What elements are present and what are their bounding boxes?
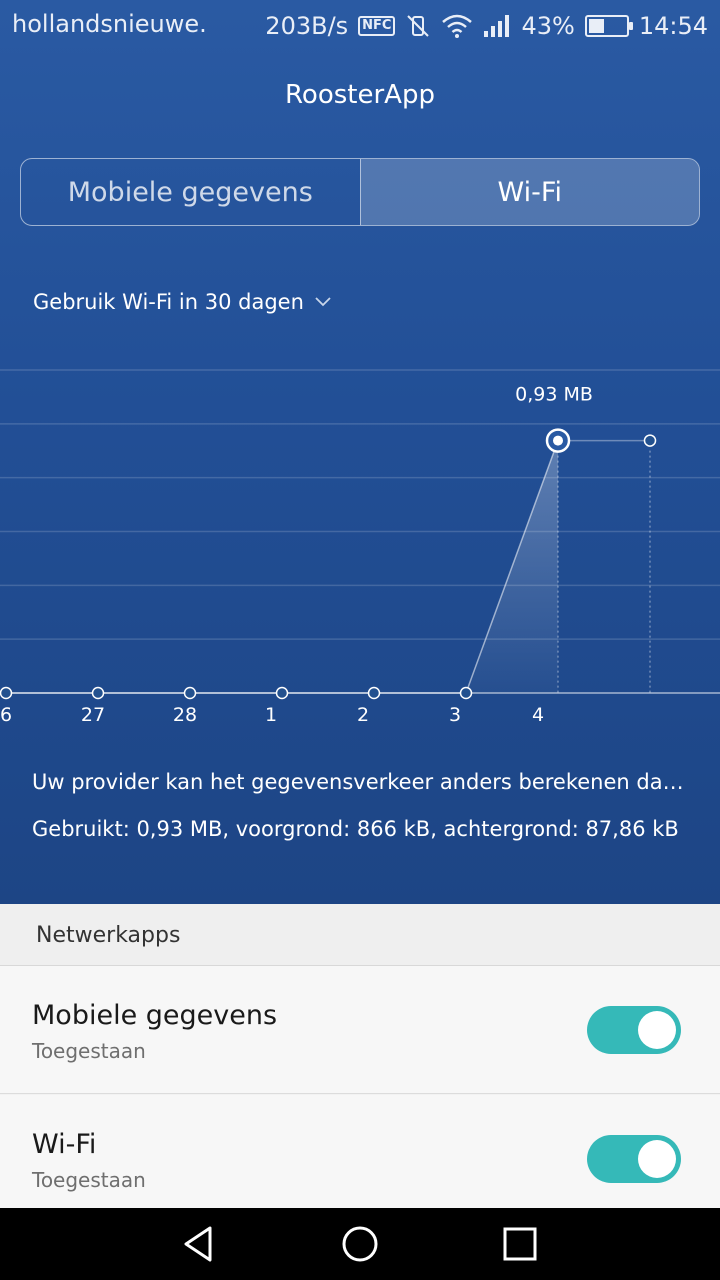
tab-wifi[interactable]: Wi-Fi <box>359 159 699 225</box>
battery-icon <box>584 15 633 37</box>
row-subtitle: Toegestaan <box>32 1168 146 1192</box>
wifi-toggle[interactable] <box>587 1135 681 1183</box>
recents-icon[interactable] <box>498 1222 542 1266</box>
clock: 14:54 <box>638 12 708 40</box>
period-label: Gebruik Wi-Fi in 30 dagen <box>33 290 304 314</box>
mobile-data-toggle[interactable] <box>587 1006 681 1054</box>
network-speed: 203B/s <box>265 12 349 40</box>
tick-label: 27 <box>81 704 105 726</box>
tab-mobile-data[interactable]: Mobiele gegevens <box>21 159 360 225</box>
status-icons: 203B/s NFC 43% 14:54 <box>265 10 708 42</box>
tick-label: 6 <box>0 704 12 726</box>
row-title: Mobiele gegevens <box>32 1000 278 1031</box>
battery-percent: 43% <box>521 12 575 40</box>
usage-chart: 0,93 MB 6 27 28 1 2 3 4 <box>0 369 720 726</box>
wifi-icon <box>442 14 473 38</box>
data-point <box>643 434 657 447</box>
header-area: hollandsnieuwe. 203B/s NFC 43% 14:54 Roo… <box>0 0 720 904</box>
signal-icon <box>484 15 510 37</box>
vibrate-off-icon <box>407 15 430 37</box>
period-selector[interactable]: Gebruik Wi-Fi in 30 dagen <box>33 290 332 314</box>
tick-label: 28 <box>173 704 197 726</box>
page-title: RoosterApp <box>285 80 435 110</box>
data-point <box>183 686 197 700</box>
back-icon[interactable] <box>178 1222 222 1266</box>
tick-label: 3 <box>449 704 461 726</box>
usage-summary: Gebruikt: 0,93 MB, voorgrond: 866 kB, ac… <box>32 817 679 841</box>
provider-note: Uw provider kan het gegevensverkeer ande… <box>32 770 692 794</box>
toggle-knob <box>638 1011 676 1049</box>
row-subtitle: Toegestaan <box>32 1039 146 1063</box>
data-label: 0,93 MB <box>515 384 593 406</box>
chevron-down-icon <box>315 297 331 307</box>
data-point <box>459 686 473 700</box>
nfc-icon: NFC <box>358 16 396 36</box>
navigation-bar <box>0 1208 720 1280</box>
section-header: Netwerkapps <box>0 904 720 966</box>
data-point <box>275 686 289 700</box>
network-segmented-control: Mobiele gegevens Wi-Fi <box>20 158 700 226</box>
toggle-knob <box>638 1140 676 1178</box>
tick-label: 2 <box>357 704 369 726</box>
row-title: Wi-Fi <box>32 1129 97 1160</box>
section-title: Netwerkapps <box>36 923 181 948</box>
data-point <box>367 686 381 700</box>
data-point <box>91 686 105 700</box>
list-item-wifi: Wi-Fi Toegestaan <box>0 1095 720 1208</box>
tick-label: 1 <box>265 704 277 726</box>
status-bar: hollandsnieuwe. 203B/s NFC 43% 14:54 <box>0 0 720 52</box>
carrier-name: hollandsnieuwe. <box>12 10 207 38</box>
tick-label: 4 <box>532 704 544 726</box>
home-icon[interactable] <box>338 1222 382 1266</box>
list-item-mobile-data: Mobiele gegevens Toegestaan <box>0 966 720 1094</box>
data-point-dot <box>553 435 563 446</box>
data-point <box>0 686 13 700</box>
